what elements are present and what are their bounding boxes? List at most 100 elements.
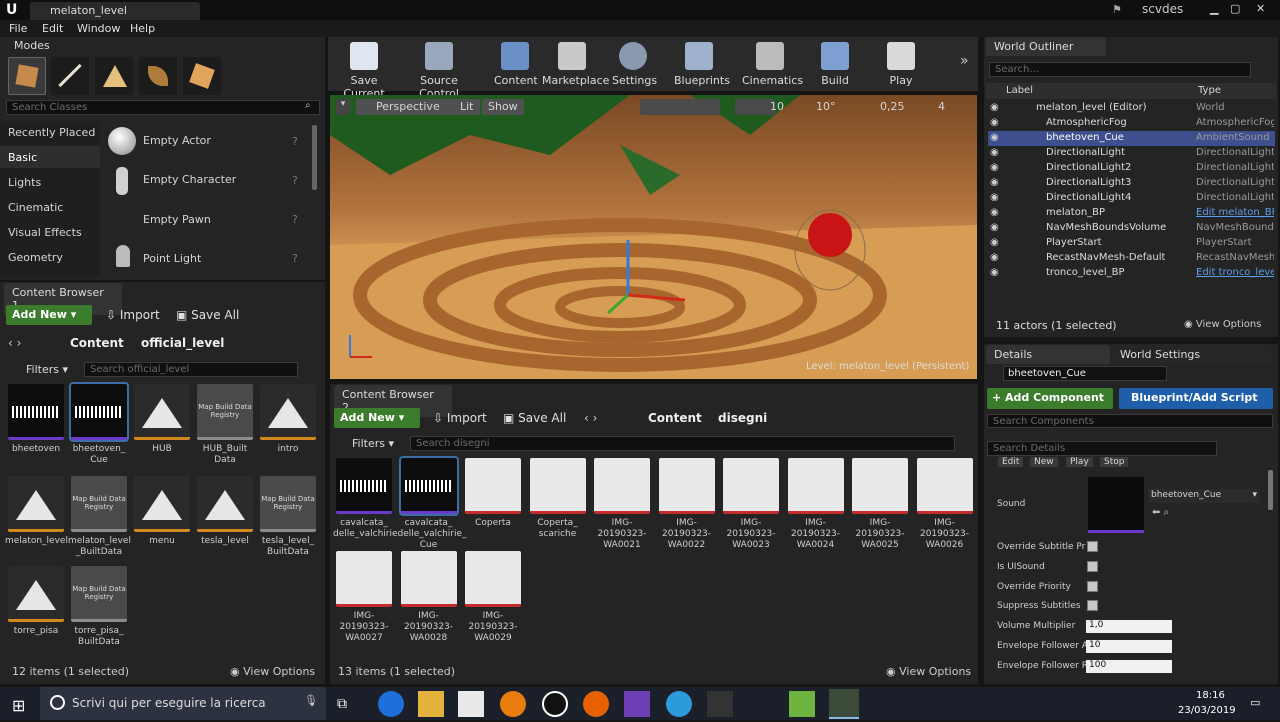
envelope-follower-r-input[interactable]: 100 <box>1086 660 1172 673</box>
sound-thumbnail[interactable] <box>1088 477 1144 533</box>
cb2-filters-button[interactable]: Filters ▾ <box>352 437 394 450</box>
help-icon[interactable]: ? <box>292 174 298 187</box>
cb1-history-arrows-icon[interactable]: ‹ › <box>8 336 21 350</box>
category-cinematic[interactable]: Cinematic <box>8 201 63 214</box>
unreal-taskbar-icon[interactable] <box>542 691 568 717</box>
scale-snap-value[interactable]: 0,25 <box>880 100 905 113</box>
visibility-eye-icon[interactable]: ◉ <box>990 192 999 203</box>
cb2-asset[interactable]: IMG- 20190323- WA0029 <box>462 551 524 644</box>
cb1-asset[interactable]: torre_pisa <box>5 566 67 637</box>
cb1-asset[interactable]: bheetoven <box>5 384 67 455</box>
cb1-asset[interactable]: Map Build Data Registry HUB_Built Data <box>194 384 256 466</box>
outliner-row[interactable]: ◉ bheetoven_Cue AmbientSound <box>988 131 1275 146</box>
active-app-icon[interactable] <box>829 689 859 719</box>
outliner-row[interactable]: ◉ AtmosphericFog AtmosphericFog <box>988 116 1275 131</box>
cb2-asset[interactable]: IMG- 20190323- WA0024 <box>785 458 847 551</box>
cb1-view-options-button[interactable]: ◉ View Options <box>230 665 315 678</box>
cb2-import-button[interactable]: ⇩ Import <box>433 411 487 425</box>
item-point-light[interactable]: Point Light <box>143 252 201 265</box>
blueprint-add-script-button[interactable]: Blueprint/Add Script <box>1119 388 1273 409</box>
geometry-mode-icon[interactable] <box>183 57 221 95</box>
sound-dropdown[interactable]: bheetoven_Cue ▾ <box>1148 489 1260 503</box>
visibility-eye-icon[interactable]: ◉ <box>990 252 999 263</box>
source-control-button[interactable]: Source Control <box>404 40 474 100</box>
cb2-asset[interactable]: cavalcata_ delle_valchirie_ Cue <box>398 456 467 551</box>
search-details-input[interactable]: Search Details <box>987 441 1217 456</box>
visual-studio-icon[interactable] <box>624 691 650 717</box>
override-priority-checkbox[interactable] <box>1087 581 1098 592</box>
transform-tools[interactable] <box>640 99 720 115</box>
category-recently-placed[interactable]: Recently Placed <box>8 126 95 139</box>
visibility-eye-icon[interactable]: ◉ <box>990 177 999 188</box>
viewport[interactable]: ▾ Perspective Lit Show 10 10° 0,25 4 Lev… <box>330 95 977 379</box>
cb2-asset[interactable]: IMG- 20190323- WA0027 <box>333 551 395 644</box>
edit-button[interactable]: Edit <box>998 457 1024 467</box>
cb2-asset[interactable]: Coperta_ scariche <box>527 458 589 540</box>
visibility-eye-icon[interactable]: ◉ <box>990 132 999 143</box>
perspective-button[interactable]: Perspective <box>356 99 446 115</box>
close-icon[interactable]: ✕ <box>1256 2 1265 15</box>
microphone-icon[interactable]: 🎙 <box>304 694 318 707</box>
outliner-row[interactable]: ◉ melaton_level (Editor) World <box>988 101 1275 116</box>
cb2-asset[interactable]: cavalcata_ delle_valchirie <box>333 458 398 540</box>
help-icon[interactable]: ? <box>292 213 298 226</box>
menu-edit[interactable]: Edit <box>42 22 63 35</box>
category-lights[interactable]: Lights <box>8 176 41 189</box>
camera-speed-value[interactable]: 4 <box>938 100 945 113</box>
suppress-subtitles-checkbox[interactable] <box>1087 600 1098 611</box>
cb1-asset[interactable]: bheetoven_ Cue <box>68 382 130 466</box>
marketplace-button[interactable]: Marketplace <box>542 40 609 88</box>
new-button[interactable]: New <box>1030 457 1058 467</box>
explorer-icon[interactable] <box>418 691 444 717</box>
cb2-add-new-button[interactable]: Add New ▾ <box>334 408 420 428</box>
taskbar-search[interactable]: Scrivi qui per eseguire la ricerca 🎙 <box>40 687 326 720</box>
outliner-row[interactable]: ◉ melaton_BP Edit melaton_BP <box>988 206 1275 221</box>
outliner-search-input[interactable]: Search... <box>989 62 1251 77</box>
visibility-eye-icon[interactable]: ◉ <box>990 117 999 128</box>
cb1-path-folder[interactable]: official_level <box>141 336 224 350</box>
cb2-view-options-button[interactable]: ◉ View Options <box>886 665 971 678</box>
place-mode-icon[interactable] <box>8 57 46 95</box>
outliner-row[interactable]: ◉ DirectionalLight DirectionalLight <box>988 146 1275 161</box>
item-empty-actor[interactable]: Empty Actor <box>143 134 211 147</box>
help-icon[interactable]: ? <box>292 135 298 148</box>
menu-window[interactable]: Window <box>77 22 120 35</box>
outliner-row[interactable]: ◉ DirectionalLight3 DirectionalLight <box>988 176 1275 191</box>
item-empty-pawn[interactable]: Empty Pawn <box>143 213 211 226</box>
details-tab[interactable]: Details <box>986 345 1110 364</box>
grid-snap-icon[interactable] <box>735 99 775 115</box>
rotation-snap-value[interactable]: 10° <box>816 100 836 113</box>
unity-icon[interactable] <box>707 691 733 717</box>
cb2-asset[interactable]: IMG- 20190323- WA0021 <box>591 458 653 551</box>
cb2-asset[interactable]: IMG- 20190323- WA0023 <box>720 458 782 551</box>
task-view-icon[interactable]: ⧉ <box>337 696 363 722</box>
settings-button[interactable]: Settings <box>612 40 657 88</box>
cb1-import-button[interactable]: ⇩ Import <box>106 308 160 322</box>
show-button[interactable]: Show <box>482 99 524 115</box>
save-current-button[interactable]: Save Current <box>333 40 395 100</box>
cb2-save-all-button[interactable]: ▣ Save All <box>503 411 566 425</box>
visibility-eye-icon[interactable]: ◉ <box>990 237 999 248</box>
outliner-view-options-button[interactable]: ◉ View Options <box>1184 319 1261 330</box>
outliner-col-label[interactable]: Label <box>1006 85 1033 96</box>
visibility-eye-icon[interactable]: ◉ <box>990 162 999 173</box>
cb1-add-new-button[interactable]: Add New ▾ <box>6 305 92 325</box>
world-settings-tab[interactable]: World Settings <box>1112 345 1272 364</box>
use-selected-icon[interactable]: ⬅ ⌕ <box>1152 507 1169 518</box>
cb1-path-content[interactable]: Content <box>70 336 124 350</box>
green-app-icon[interactable] <box>789 691 815 717</box>
visibility-eye-icon[interactable]: ◉ <box>990 207 999 218</box>
outliner-row[interactable]: ◉ PlayerStart PlayerStart <box>988 236 1275 251</box>
cb1-save-all-button[interactable]: ▣ Save All <box>176 308 239 322</box>
visibility-eye-icon[interactable]: ◉ <box>990 267 999 278</box>
search-components-input[interactable]: Search Components <box>987 414 1273 428</box>
stop-sound-button[interactable]: Stop <box>1100 457 1129 467</box>
category-basic[interactable]: Basic <box>8 151 37 164</box>
content-button[interactable]: Content <box>494 40 538 88</box>
cb2-path-content[interactable]: Content <box>648 411 702 425</box>
outliner-col-type[interactable]: Type <box>1198 85 1221 96</box>
cb2-asset[interactable]: IMG- 20190323- WA0028 <box>398 551 460 644</box>
visibility-eye-icon[interactable]: ◉ <box>990 102 999 113</box>
minimize-icon[interactable]: ▁ <box>1210 2 1218 15</box>
outliner-row-type[interactable]: Edit tronco_leve <box>1196 267 1274 278</box>
